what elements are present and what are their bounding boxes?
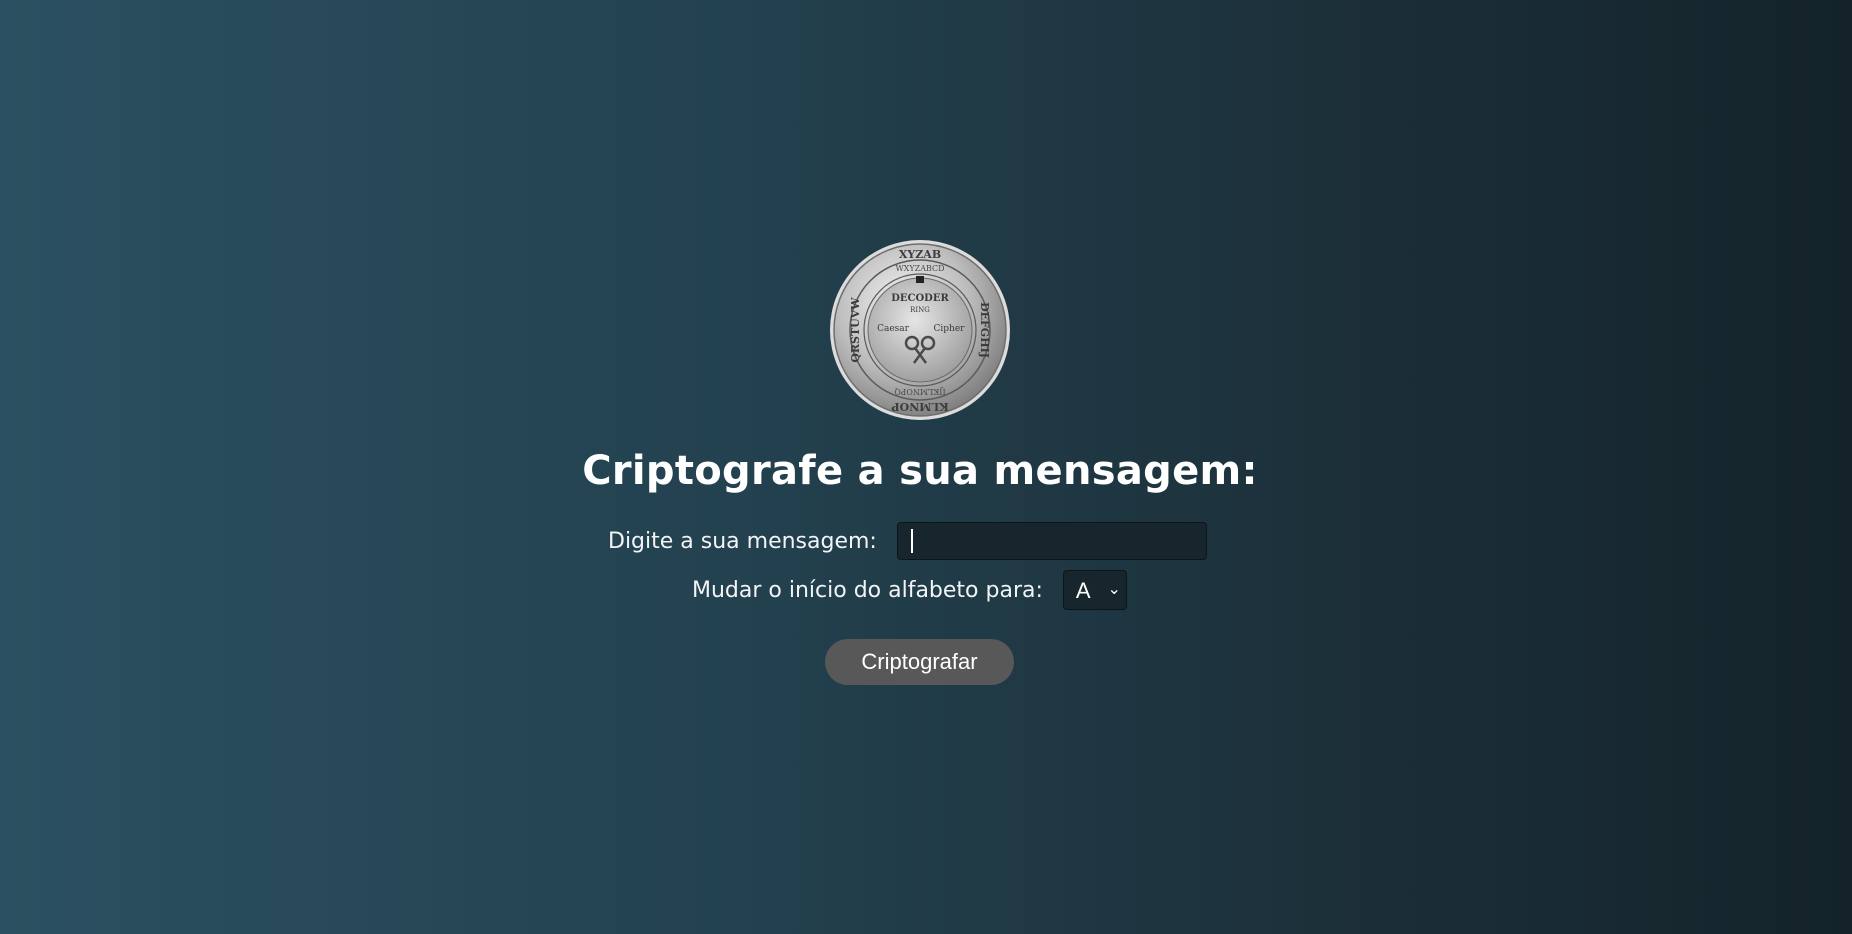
svg-text:XYZAB: XYZAB — [899, 248, 941, 261]
shift-label: Mudar o início do alfabeto para: — [692, 577, 1043, 603]
app-container: XYZAB DEFGHIJ KLMNOP QRSTUVW WXYZABCD IJ… — [0, 0, 1852, 934]
svg-text:RING: RING — [910, 306, 930, 314]
svg-text:DEFGHIJ: DEFGHIJ — [978, 302, 991, 358]
shift-select-wrapper: A ⌄ — [1062, 570, 1127, 610]
svg-text:Cipher: Cipher — [934, 324, 966, 334]
alphabet-start-select[interactable]: A — [1062, 570, 1127, 610]
caesar-cipher-logo-icon: XYZAB DEFGHIJ KLMNOP QRSTUVW WXYZABCD IJ… — [829, 239, 1011, 421]
svg-text:WXYZABCD: WXYZABCD — [895, 264, 944, 273]
page-title: Criptografe a sua mensagem: — [582, 448, 1258, 494]
svg-text:DECODER: DECODER — [891, 293, 949, 304]
text-caret — [911, 529, 913, 553]
encrypt-button[interactable]: Criptografar — [825, 639, 1014, 685]
svg-text:KLMNOP: KLMNOP — [891, 400, 948, 413]
message-row: Digite a sua mensagem: — [608, 522, 1207, 560]
svg-text:IJKLMNOPQ: IJKLMNOPQ — [894, 387, 946, 396]
svg-text:QRSTUVW: QRSTUVW — [849, 297, 862, 363]
message-label: Digite a sua mensagem: — [608, 528, 877, 554]
shift-row: Mudar o início do alfabeto para: A ⌄ — [692, 570, 1127, 610]
svg-text:Caesar: Caesar — [877, 324, 910, 334]
message-input[interactable] — [896, 522, 1207, 560]
